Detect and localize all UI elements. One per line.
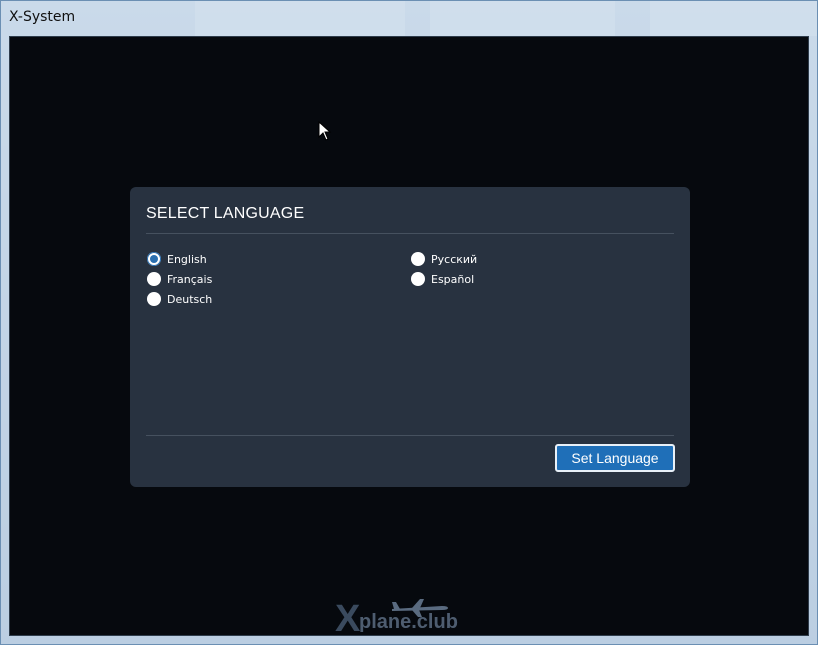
svg-text:X: X <box>335 598 361 636</box>
language-option-english[interactable]: English <box>147 251 207 267</box>
radio-icon[interactable] <box>411 272 425 286</box>
language-label: Русский <box>431 252 478 266</box>
radio-icon[interactable] <box>411 252 425 266</box>
window-client-area: SELECT LANGUAGE English Français Deutsch… <box>9 36 809 636</box>
xplane-club-logo: X plane.club <box>335 597 495 636</box>
language-label: Español <box>431 272 475 286</box>
language-label: Français <box>167 272 213 286</box>
dialog-title: SELECT LANGUAGE <box>146 205 305 222</box>
radio-selected-icon[interactable] <box>147 252 161 266</box>
window-title: X-System <box>9 9 76 25</box>
language-option-spanish[interactable]: Español <box>411 271 474 287</box>
radio-icon[interactable] <box>147 292 161 306</box>
select-language-dialog: SELECT LANGUAGE English Français Deutsch… <box>130 187 690 487</box>
mouse-cursor-icon <box>318 121 332 141</box>
dialog-divider <box>146 233 674 234</box>
set-language-button[interactable]: Set Language <box>555 444 675 472</box>
radio-icon[interactable] <box>147 272 161 286</box>
dialog-divider <box>146 435 674 436</box>
language-label: English <box>167 252 207 266</box>
language-option-french[interactable]: Français <box>147 271 212 287</box>
logo-text: plane.club <box>359 611 458 633</box>
language-option-russian[interactable]: Русский <box>411 251 477 267</box>
language-label: Deutsch <box>167 292 213 306</box>
language-option-german[interactable]: Deutsch <box>147 291 212 307</box>
window-titlebar[interactable]: X-System <box>0 0 818 36</box>
